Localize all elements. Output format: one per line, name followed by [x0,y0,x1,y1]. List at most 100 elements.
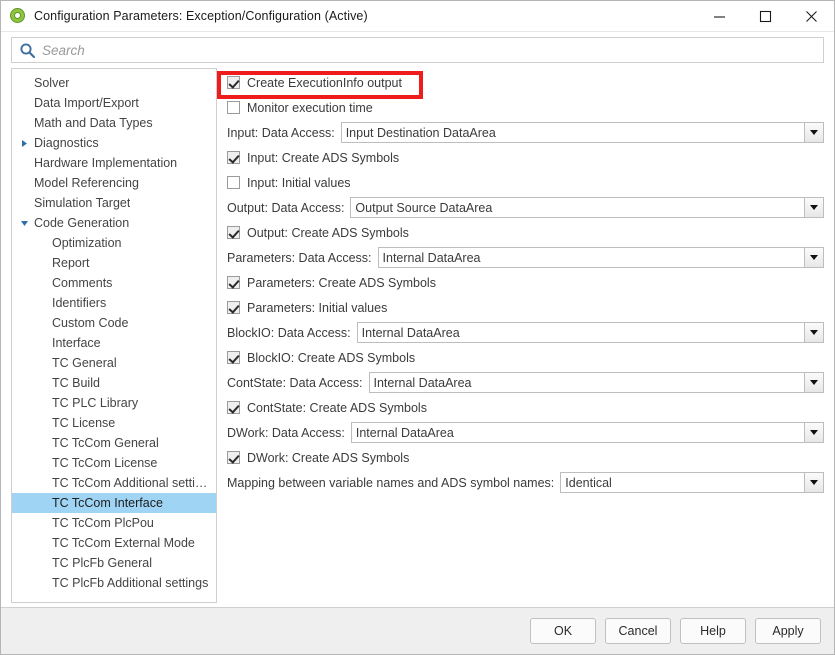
tree-item-label: Simulation Target [34,196,130,210]
tree-item-tc-tccom-general[interactable]: TC TcCom General [12,433,216,453]
tree-item-math-and-data-types[interactable]: Math and Data Types [12,113,216,133]
tree-item-diagnostics[interactable]: Diagnostics [12,133,216,153]
tree-item-code-generation[interactable]: Code Generation [12,213,216,233]
dropdown-value: Internal DataArea [352,423,804,442]
close-icon[interactable] [788,1,834,32]
checkbox-contstate-create-ads-symbols[interactable] [227,401,240,414]
tree-item-model-referencing[interactable]: Model Referencing [12,173,216,193]
tree-item-tc-build[interactable]: TC Build [12,373,216,393]
tree-item-comments[interactable]: Comments [12,273,216,293]
tree-item-label: Report [52,256,90,270]
tree-item-label: Code Generation [34,216,129,230]
chevron-down-icon[interactable] [18,219,30,228]
row-blockio-data-access: BlockIO: Data Access:Internal DataArea [227,320,824,345]
tree-item-tc-tccom-additional-setti[interactable]: TC TcCom Additional setti… [12,473,216,493]
tree-item-tc-tccom-license[interactable]: TC TcCom License [12,453,216,473]
checkbox-label: ContState: Create ADS Symbols [247,401,427,415]
tree-item-label: TC TcCom General [52,436,159,450]
checkbox-monitor-execution-time[interactable] [227,101,240,114]
row-parameters-data-access: Parameters: Data Access:Internal DataAre… [227,245,824,270]
search-box[interactable] [11,37,824,63]
search-input[interactable] [42,43,823,58]
tree-item-tc-plcfb-general[interactable]: TC PlcFb General [12,553,216,573]
checkbox-label: Monitor execution time [247,101,373,115]
dropdown-mapping-between-variable-names-and-ads-symbol-names[interactable]: Identical [560,472,824,493]
checkbox-dwork-create-ads-symbols[interactable] [227,451,240,464]
dropdown-parameters-data-access[interactable]: Internal DataArea [378,247,824,268]
checkbox-input-initial-values[interactable] [227,176,240,189]
tree-item-tc-plcfb-additional-settings[interactable]: TC PlcFb Additional settings [12,573,216,593]
help-button[interactable]: Help [680,618,746,644]
dialog-footer: OK Cancel Help Apply [1,607,834,654]
tree-item-interface[interactable]: Interface [12,333,216,353]
tree-item-label: Optimization [52,236,121,250]
checkbox-input-create-ads-symbols[interactable] [227,151,240,164]
apply-button[interactable]: Apply [755,618,821,644]
ok-button[interactable]: OK [530,618,596,644]
dropdown-label: Output: Data Access: [227,201,344,215]
tree-item-identifiers[interactable]: Identifiers [12,293,216,313]
chevron-down-icon[interactable] [804,198,823,217]
dropdown-contstate-data-access[interactable]: Internal DataArea [369,372,825,393]
checkbox-output-create-ads-symbols[interactable] [227,226,240,239]
tree-item-hardware-implementation[interactable]: Hardware Implementation [12,153,216,173]
chevron-down-icon[interactable] [804,123,823,142]
dropdown-input-data-access[interactable]: Input Destination DataArea [341,122,824,143]
tree-item-custom-code[interactable]: Custom Code [12,313,216,333]
dropdown-output-data-access[interactable]: Output Source DataArea [350,197,824,218]
tree-item-tc-license[interactable]: TC License [12,413,216,433]
row-contstate-create-ads-symbols: ContState: Create ADS Symbols [227,395,824,420]
checkbox-label: Input: Initial values [247,176,351,190]
checkbox-label: Parameters: Initial values [247,301,387,315]
cancel-button[interactable]: Cancel [605,618,671,644]
row-contstate-data-access: ContState: Data Access:Internal DataArea [227,370,824,395]
checkbox-parameters-create-ads-symbols[interactable] [227,276,240,289]
tree-item-label: Model Referencing [34,176,139,190]
chevron-down-icon[interactable] [804,473,823,492]
search-bar [1,32,834,68]
tree-item-label: TC TcCom PlcPou [52,516,154,530]
settings-tree[interactable]: Solver Data Import/Export Math and Data Ty… [11,68,217,603]
dropdown-value: Internal DataArea [370,373,805,392]
row-output-create-ads-symbols: Output: Create ADS Symbols [227,220,824,245]
dropdown-blockio-data-access[interactable]: Internal DataArea [357,322,824,343]
row-parameters-create-ads-symbols: Parameters: Create ADS Symbols [227,270,824,295]
tree-item-report[interactable]: Report [12,253,216,273]
chevron-down-icon[interactable] [804,373,823,392]
row-output-data-access: Output: Data Access: Output Source DataAr… [227,195,824,220]
tree-item-label: Custom Code [52,316,128,330]
checkbox-blockio-create-ads-symbols[interactable] [227,351,240,364]
chevron-down-icon[interactable] [804,423,823,442]
tree-item-label: Solver [34,76,69,90]
tree-item-tc-plc-library[interactable]: TC PLC Library [12,393,216,413]
checkbox-label: DWork: Create ADS Symbols [247,451,409,465]
simulink-icon [10,8,26,24]
dropdown-dwork-data-access[interactable]: Internal DataArea [351,422,824,443]
tree-item-tc-tccom-plcpou[interactable]: TC TcCom PlcPou [12,513,216,533]
tree-item-label: Data Import/Export [34,96,139,110]
window-title: Configuration Parameters: Exception/Conf… [34,9,368,23]
tree-item-tc-general[interactable]: TC General [12,353,216,373]
tree-item-label: Interface [52,336,101,350]
chevron-right-icon[interactable] [18,139,30,148]
maximize-icon[interactable] [742,1,788,32]
checkbox-label: Input: Create ADS Symbols [247,151,399,165]
tree-item-solver[interactable]: Solver [12,73,216,93]
tree-item-tc-tccom-interface[interactable]: TC TcCom Interface [12,493,216,513]
dropdown-label: Input: Data Access: [227,126,335,140]
dialog-body: Solver Data Import/Export Math and Data Ty… [1,68,834,607]
chevron-down-icon[interactable] [804,248,823,267]
tree-item-tc-tccom-external-mode[interactable]: TC TcCom External Mode [12,533,216,553]
tree-item-optimization[interactable]: Optimization [12,233,216,253]
checkbox-label: BlockIO: Create ADS Symbols [247,351,415,365]
checkbox-label: Create ExecutionInfo output [247,76,402,90]
row-monitor-execution-time: Monitor execution time [227,95,824,120]
minimize-icon[interactable] [696,1,742,32]
chevron-down-icon[interactable] [804,323,823,342]
title-bar: Configuration Parameters: Exception/Conf… [1,1,834,32]
checkbox-create-executioninfo-output[interactable] [227,76,240,89]
tree-item-simulation-target[interactable]: Simulation Target [12,193,216,213]
tree-item-data-import-export[interactable]: Data Import/Export [12,93,216,113]
checkbox-parameters-initial-values[interactable] [227,301,240,314]
checkbox-label: Output: Create ADS Symbols [247,226,409,240]
